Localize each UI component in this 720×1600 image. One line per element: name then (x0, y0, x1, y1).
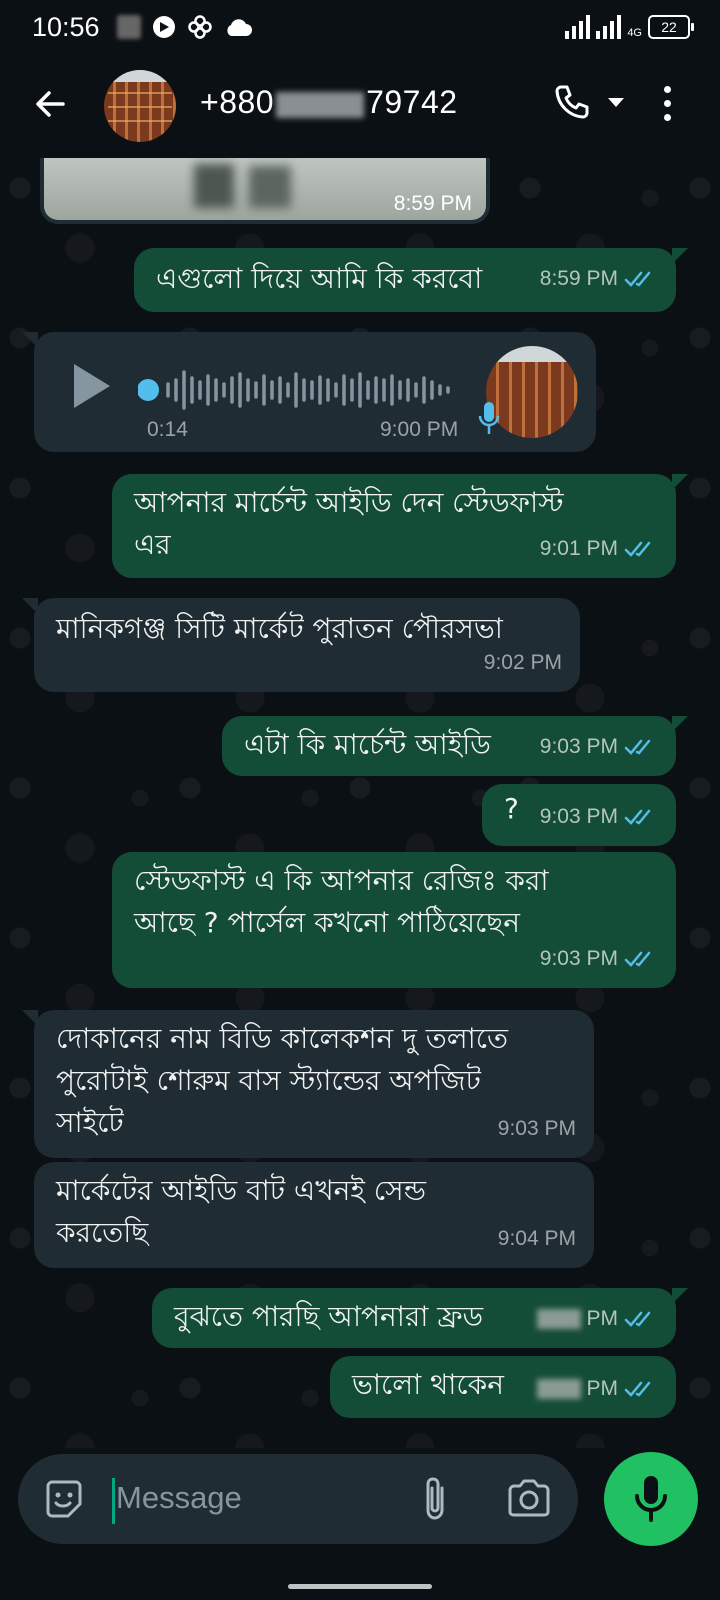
contact-name-suffix: 79742 (366, 84, 458, 120)
message-time: 9:03 PM (539, 805, 618, 828)
message-meta: PM (536, 1298, 659, 1340)
attach-icon[interactable] (418, 1474, 454, 1524)
message-time: 9:00 PM (380, 418, 459, 441)
app-notification-icon (153, 16, 175, 38)
read-ticks-icon (624, 271, 651, 287)
message-bubble-outgoing[interactable]: বুঝতে পারছি আপনারা ফ্রড PM (152, 1288, 688, 1348)
message-text: এগুলো দিয়ে আমি কি করবো (156, 262, 483, 295)
battery-icon: 22 (648, 15, 694, 39)
status-bar: 10:56 4G 22 (0, 0, 720, 58)
system-nav-bar (0, 1566, 720, 1600)
cloud-icon (227, 19, 252, 36)
text-caret (112, 1478, 115, 1524)
message-meta: 9:04 PM (498, 1218, 576, 1260)
message-meta: 8:59 PM (540, 258, 658, 300)
read-ticks-icon (624, 1381, 651, 1397)
read-ticks-icon (624, 739, 651, 755)
message-text: আপনার মার্চেন্ট আইডি দেন স্টেডফাস্ট এর (134, 486, 564, 561)
message-time: 8:59 PM (539, 267, 618, 290)
message-time: 9:03 PM (497, 1117, 576, 1140)
status-time: 10:56 (32, 12, 100, 42)
blurred-notification-icon (117, 15, 141, 39)
message-text: ভালো থাকেন (352, 1368, 504, 1401)
message-text: স্টেডফাস্ট এ কি আপনার রেজিঃ করা আছে ? পা… (134, 864, 549, 939)
status-right: 4G 22 (565, 13, 694, 39)
message-meta: 9:03 PM (498, 1108, 576, 1150)
mic-icon (478, 402, 500, 434)
message-bubble-outgoing[interactable]: ভালো থাকেন PM (330, 1356, 676, 1418)
message-bubble-outgoing[interactable]: আপনার মার্চেন্ট আইডি দেন স্টেডফাস্ট এর 9… (112, 474, 688, 578)
emoji-icon[interactable] (42, 1478, 86, 1522)
home-gesture-handle[interactable] (288, 1584, 432, 1589)
signal-icon (565, 13, 591, 39)
read-ticks-icon (624, 809, 651, 825)
message-time: 9:03 PM (539, 947, 618, 970)
message-bubble-incoming[interactable]: দোকানের নাম বিডি কালেকশন দু তলাতে পুরোটা… (22, 1010, 594, 1158)
redacted-time (536, 1309, 581, 1329)
camera-icon[interactable] (506, 1478, 552, 1518)
message-time: 9:02 PM (483, 651, 562, 674)
message-time: 9:04 PM (497, 1227, 576, 1250)
message-meta: PM (536, 1368, 659, 1410)
message-bubble-incoming[interactable]: মানিকগঞ্জ সিটি মার্কেট পুরাতন পৌরসভা 9:0… (22, 598, 580, 692)
message-time: PM (586, 1377, 619, 1400)
message-meta: 9:03 PM (540, 796, 658, 838)
message-time: 9:01 PM (539, 537, 618, 560)
message-bubble-outgoing[interactable]: স্টেডফাস্ট এ কি আপনার রেজিঃ করা আছে ? পা… (112, 852, 676, 988)
read-ticks-icon (624, 951, 651, 967)
back-arrow-icon[interactable] (30, 84, 70, 124)
message-meta: 9:02 PM (484, 642, 562, 684)
message-text: এটা কি মার্চেন্ট আইডি (244, 728, 491, 761)
voice-duration: 0:14 (147, 418, 188, 441)
message-input[interactable]: Message (116, 1480, 242, 1516)
message-bubble-outgoing[interactable]: এটা কি মার্চেন্ট আইডি 9:03 PM (222, 716, 688, 776)
redacted-time (536, 1379, 581, 1399)
message-meta: 9:01 PM (540, 528, 658, 570)
signal-icon (596, 13, 622, 39)
message-bubble-outgoing[interactable]: ? 9:03 PM (482, 784, 676, 846)
message-bubble-outgoing[interactable]: এগুলো দিয়ে আমি কি করবো 8:59 PM (134, 248, 688, 312)
waveform[interactable] (138, 368, 458, 412)
read-ticks-icon (624, 541, 651, 557)
contact-name-prefix: +880 (200, 84, 275, 120)
play-icon[interactable] (74, 364, 110, 408)
message-text: দোকানের নাম বিডি কালেকশন দু তলাতে পুরোটা… (56, 1022, 509, 1139)
contact-name[interactable]: +880 79742 (200, 84, 458, 121)
message-meta: 9:03 PM (540, 938, 658, 980)
redacted-digits (276, 91, 365, 118)
voice-message[interactable]: 0:14 9:00 PM (22, 332, 596, 452)
network-type: 4G (627, 27, 642, 39)
voice-record-button[interactable] (604, 1452, 698, 1546)
message-meta: 9:03 PM (540, 726, 658, 768)
notification-icons (117, 14, 253, 40)
message-text: বুঝতে পারছি আপনারা ফ্রড (174, 1300, 484, 1333)
message-text: মার্কেটের আইডি বাট এখনই সেন্ড করতেছি (56, 1174, 426, 1249)
message-time: 9:03 PM (539, 735, 618, 758)
pinwheel-icon (188, 15, 212, 39)
read-ticks-icon (624, 1311, 651, 1327)
message-list[interactable]: 8:59 PM এগুলো দিয়ে আমি কি করবো 8:59 PM (0, 158, 720, 1448)
mic-icon (635, 1476, 667, 1522)
message-bubble-incoming[interactable]: মার্কেটের আইডি বাট এখনই সেন্ড করতেছি 9:0… (34, 1162, 594, 1268)
call-icon[interactable] (552, 82, 592, 122)
image-message[interactable]: 8:59 PM (40, 158, 490, 224)
message-time: PM (586, 1307, 619, 1330)
more-vert-icon[interactable] (664, 86, 672, 126)
message-text: মানিকগঞ্জ সিটি মার্কেট পুরাতন পৌরসভা (56, 612, 503, 645)
chat-header: +880 79742 (0, 58, 720, 158)
message-time: 8:59 PM (393, 192, 472, 215)
avatar[interactable] (104, 70, 176, 142)
message-composer[interactable]: Message (18, 1454, 578, 1544)
chevron-down-icon[interactable] (608, 98, 624, 107)
message-text: ? (504, 792, 519, 825)
